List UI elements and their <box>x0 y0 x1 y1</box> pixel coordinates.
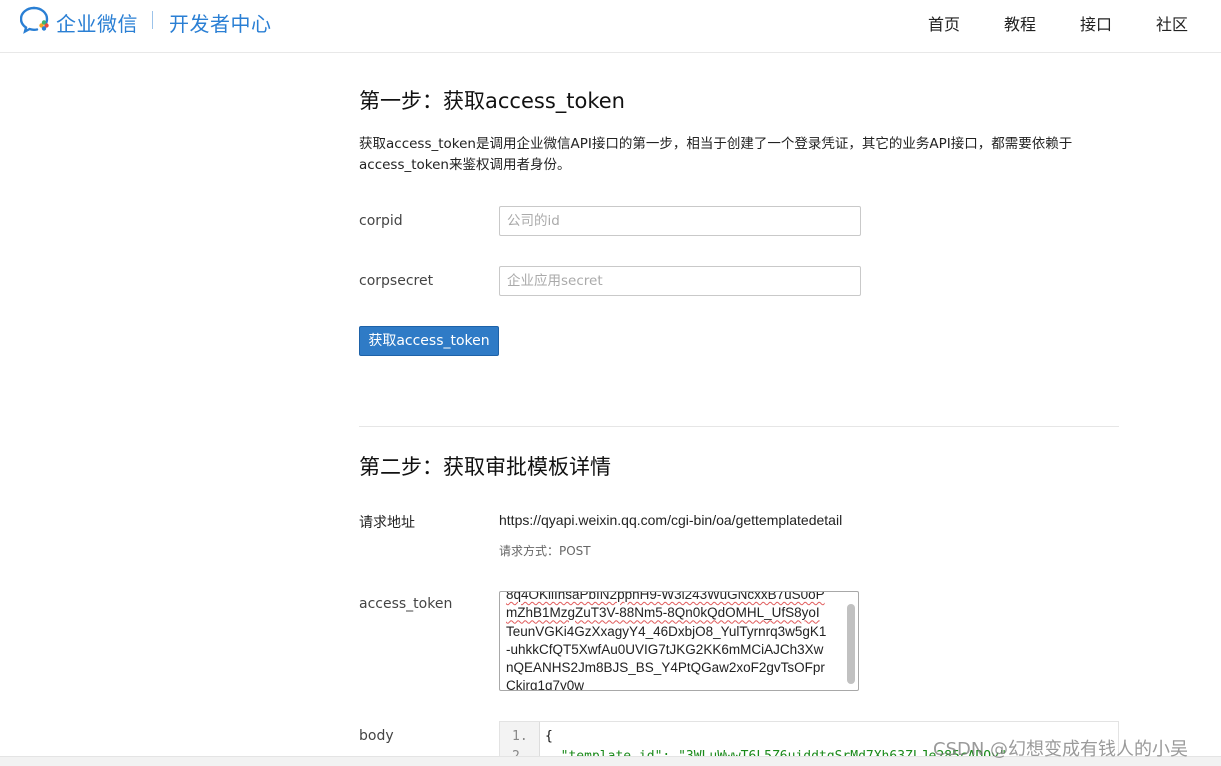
request-method: 请求方式：POST <box>499 544 591 558</box>
step2-title: 第二步：获取审批模板详情 <box>359 455 611 479</box>
token-line: TeunVGKi4GzXxagyY4_46DxbjO8_YulTyrnrq3w5… <box>506 623 827 639</box>
token-line: nQEANHS2Jm8BJS_BS_Y4PtQGaw2xoF2gvTsOFpr <box>506 660 825 676</box>
token-line: Ckirg1q7y0w <box>506 678 585 691</box>
step1-description: 获取access_token是调用企业微信API接口的第一步，相当于创建了一个登… <box>359 136 1073 173</box>
token-line: mZhB1MzgZuT3V-88Nm5-8Qn0kQdOMHL_UfS8yoI <box>506 605 820 621</box>
token-line: 8q4OKilInsaPbIN2ppnH9-W3i243WuGNcxxB7uS0… <box>506 591 825 602</box>
code-line: { <box>545 729 553 744</box>
line-number: 1. <box>512 729 528 744</box>
brand-name[interactable]: 企业微信 <box>56 8 138 37</box>
request-url-label: 请求地址 <box>359 515 415 531</box>
step1-title: 第一步：获取access_token <box>359 89 625 113</box>
access-token-textarea[interactable]: 8q4OKilInsaPbIN2ppnH9-W3i243WuGNcxxB7uS0… <box>499 591 859 691</box>
watermark: CSDN @幻想变成有钱人的小吴 <box>933 739 1189 760</box>
developer-center-title[interactable]: 开发者中心 <box>169 8 272 37</box>
token-line: -uhkkCfQT5XwfAu0UVIG7tJKG2KK6mMCiAJCh3Xw <box>506 641 824 657</box>
corpsecret-input[interactable] <box>499 266 861 296</box>
nav-community[interactable]: 社区 <box>1156 11 1188 35</box>
section-divider <box>359 426 1119 427</box>
wecom-logo-icon[interactable] <box>20 6 52 34</box>
corpsecret-label: corpsecret <box>359 273 434 289</box>
corpid-label: corpid <box>359 213 403 229</box>
body-label: body <box>359 728 394 744</box>
textarea-scrollbar-thumb[interactable] <box>847 604 855 684</box>
top-header: 企业微信 开发者中心 首页 教程 接口 社区 <box>0 0 1221 53</box>
corpid-input[interactable] <box>499 206 861 236</box>
request-url: https://qyapi.weixin.qq.com/cgi-bin/oa/g… <box>499 512 843 528</box>
nav-home[interactable]: 首页 <box>928 11 960 35</box>
get-access-token-button[interactable]: 获取access_token <box>359 326 499 356</box>
access-token-label: access_token <box>359 596 453 612</box>
nav-api[interactable]: 接口 <box>1080 11 1112 35</box>
nav-tutorials[interactable]: 教程 <box>1004 11 1036 35</box>
access-token-value: 8q4OKilInsaPbIN2ppnH9-W3i243WuGNcxxB7uS0… <box>506 591 840 691</box>
brand-separator <box>152 11 153 29</box>
